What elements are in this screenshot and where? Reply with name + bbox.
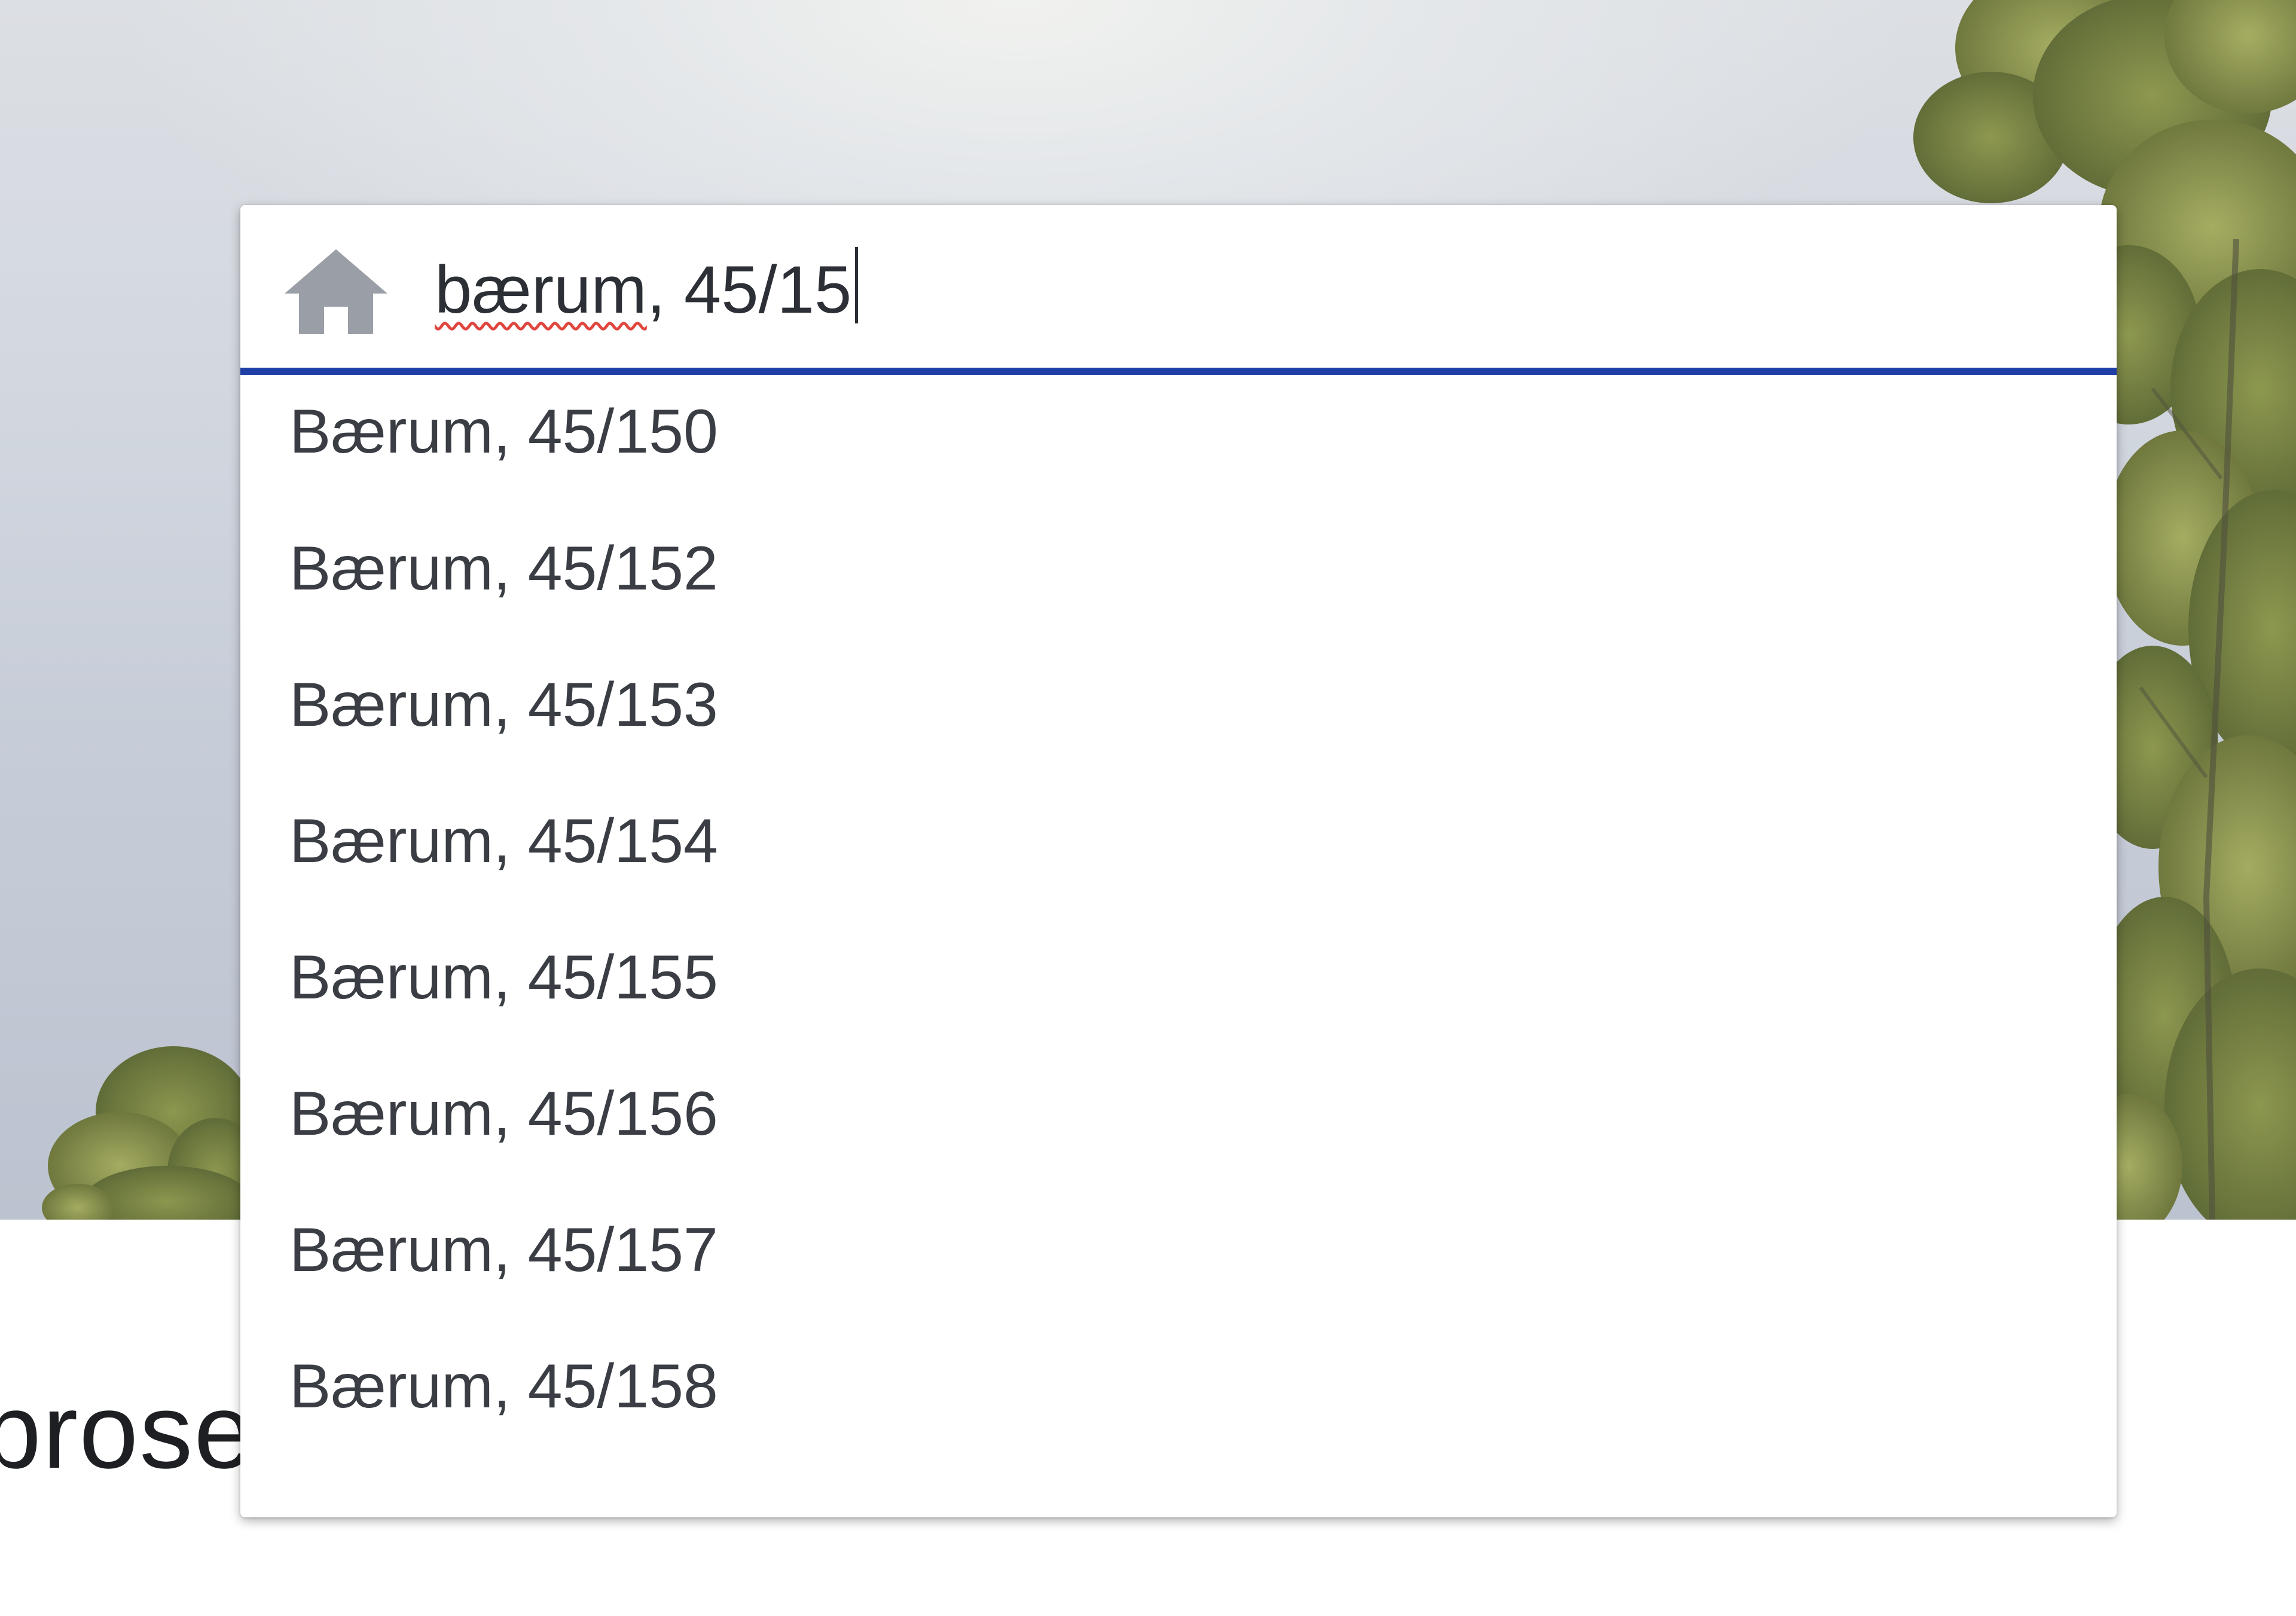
suggestion-list: Bærum, 45/150 Bærum, 45/152 Bærum, 45/15…: [240, 375, 2117, 1455]
search-input-rest: , 45/15: [646, 252, 852, 327]
home-icon: [285, 249, 387, 334]
search-row[interactable]: bærum, 45/15: [240, 205, 2117, 368]
search-input-misspelled-word: bærum: [435, 252, 647, 327]
suggestion-item[interactable]: Bærum, 45/152: [240, 500, 2117, 637]
left-tree: [42, 1046, 263, 1220]
page-heading: prose: [0, 1371, 255, 1490]
address-search-box: bærum, 45/15 Bærum, 45/150 Bærum, 45/152…: [240, 205, 2117, 1517]
suggestion-item[interactable]: Bærum, 45/154: [240, 773, 2117, 909]
suggestion-item[interactable]: Bærum, 45/155: [240, 909, 2117, 1046]
suggestion-item[interactable]: Bærum, 45/153: [240, 637, 2117, 773]
suggestion-item[interactable]: Bærum, 45/157: [240, 1182, 2117, 1318]
text-caret: [855, 247, 859, 323]
suggestion-item[interactable]: Bærum, 45/158: [240, 1318, 2117, 1455]
suggestion-item[interactable]: Bærum, 45/150: [240, 375, 2117, 500]
search-focus-underline: [240, 368, 2117, 375]
suggestion-item[interactable]: Bærum, 45/156: [240, 1046, 2117, 1182]
search-input[interactable]: bærum, 45/15: [435, 242, 2049, 338]
